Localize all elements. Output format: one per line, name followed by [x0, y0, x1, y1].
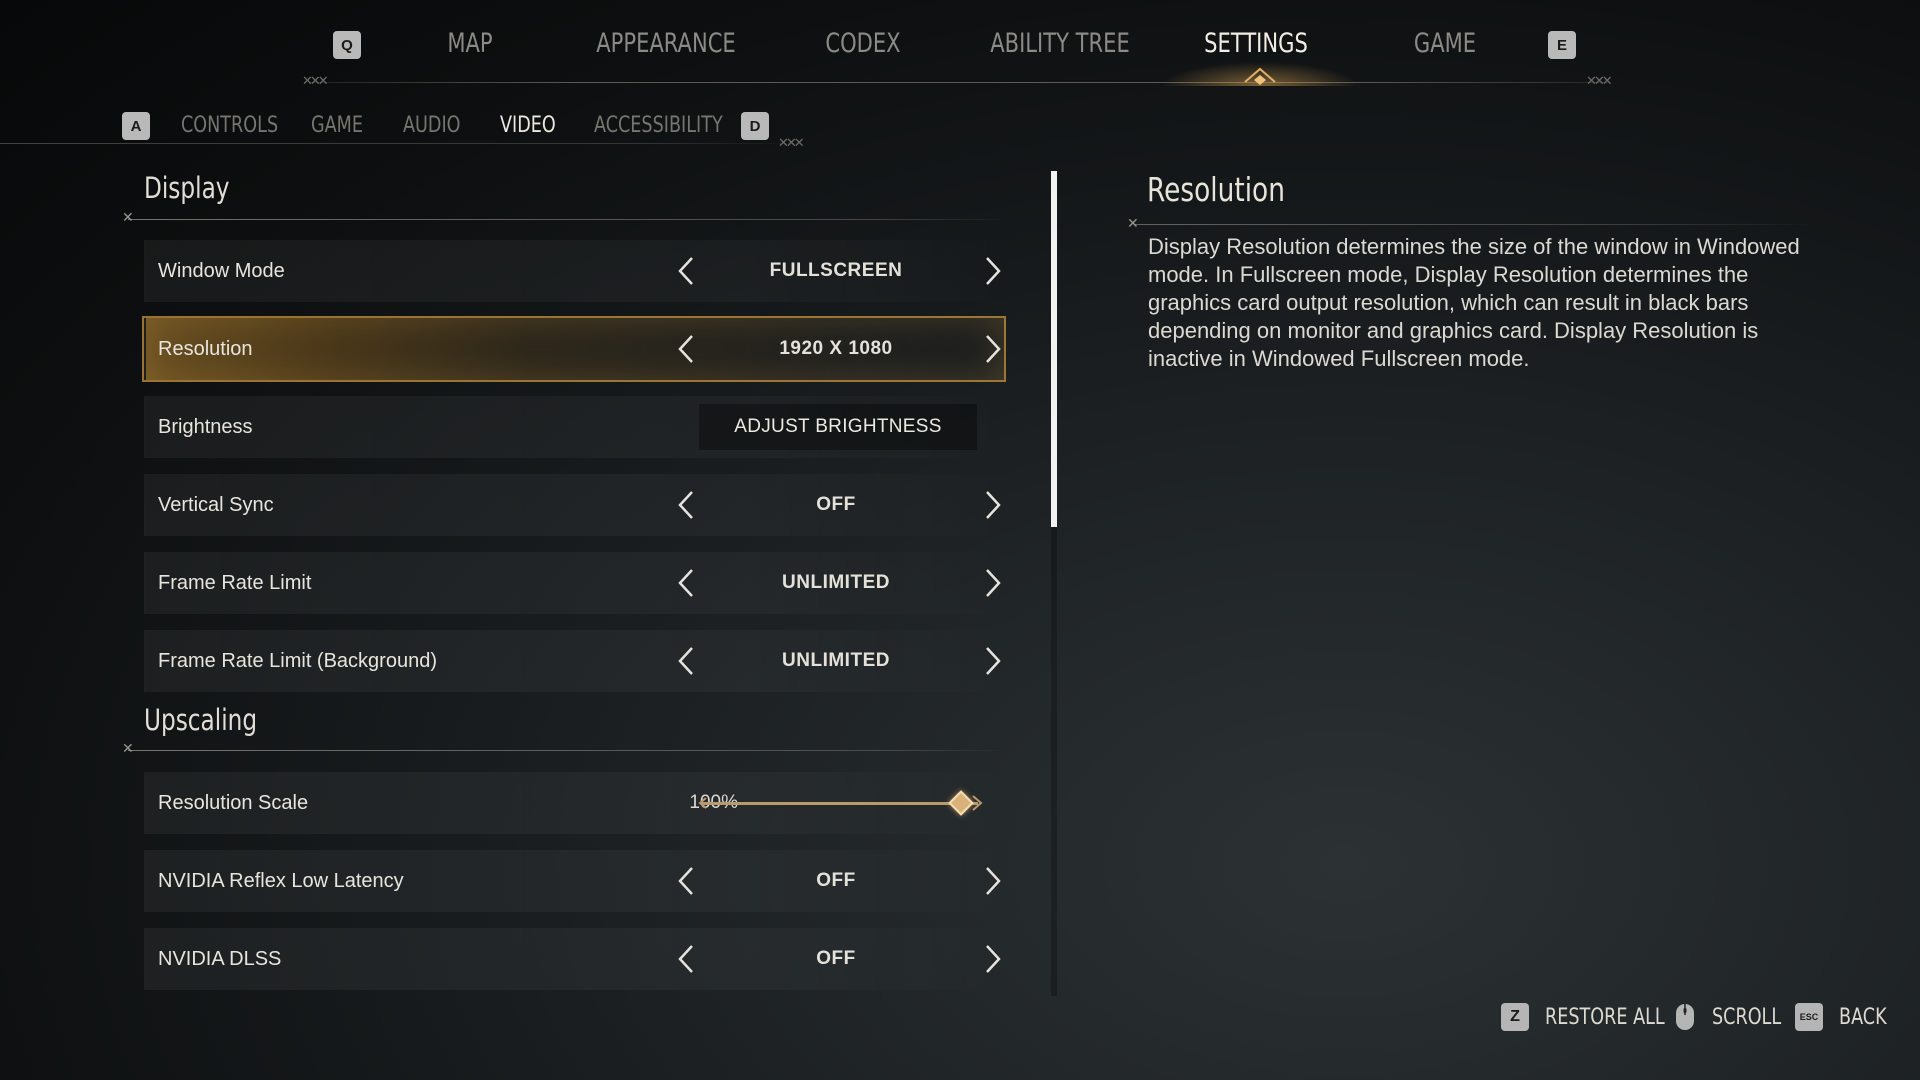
setting-row-window-mode[interactable]: Window Mode FULLSCREEN — [144, 240, 1004, 302]
adjust-brightness-button[interactable]: ADJUST BRIGHTNESS — [699, 404, 977, 450]
chevron-left-icon[interactable] — [675, 567, 697, 599]
setting-value: 1920 X 1080 — [779, 338, 893, 359]
chevron-left-icon[interactable] — [675, 865, 697, 897]
subtab-controls[interactable]: CONTROLS — [181, 113, 278, 138]
divider-ornament: ✕ — [122, 740, 134, 756]
description-body: Display Resolution determines the size o… — [1148, 234, 1800, 371]
scroll-label: SCROLL — [1712, 1004, 1782, 1030]
chevron-left-icon[interactable] — [675, 333, 697, 365]
setting-row-resolution[interactable]: Resolution 1920 X 1080 — [144, 318, 1004, 380]
chevron-left-icon[interactable] — [675, 943, 697, 975]
restore-all-label: RESTORE ALL — [1545, 1004, 1665, 1030]
chevron-right-icon[interactable] — [982, 645, 1004, 677]
restore-all-button[interactable]: Z RESTORE ALL — [1501, 1001, 1695, 1033]
divider-ornament: ✕ — [1127, 215, 1139, 231]
section-title-display: Display — [144, 171, 230, 205]
subtab-accessibility[interactable]: ACCESSIBILITY — [594, 113, 723, 138]
tab-appearance[interactable]: APPEARANCE — [588, 28, 744, 59]
description-divider — [1134, 224, 1814, 225]
section-divider — [128, 219, 1008, 220]
divider-ornament: ✕ — [122, 209, 134, 225]
setting-row-nvidia-dlss[interactable]: NVIDIA DLSS OFF — [144, 928, 1004, 990]
setting-value: UNLIMITED — [782, 572, 890, 593]
setting-row-nvidia-reflex[interactable]: NVIDIA Reflex Low Latency OFF — [144, 850, 1004, 912]
setting-label: Resolution Scale — [158, 791, 309, 814]
mouse-icon — [1676, 1004, 1694, 1030]
tab-game[interactable]: GAME — [1402, 28, 1488, 59]
setting-value: FULLSCREEN — [769, 260, 903, 281]
resolution-scale-slider[interactable] — [701, 802, 978, 805]
back-button[interactable]: ESC BACK — [1795, 1001, 1899, 1033]
setting-value: OFF — [816, 948, 856, 969]
sub-nav-prev-key[interactable]: A — [122, 112, 150, 140]
setting-row-brightness: Brightness ADJUST BRIGHTNESS — [144, 396, 1004, 458]
chevron-left-icon[interactable] — [675, 255, 697, 287]
divider-ornament: ✕✕✕ — [778, 135, 805, 150]
section-divider — [128, 750, 1008, 751]
back-label: BACK — [1839, 1004, 1887, 1030]
setting-label: Resolution — [158, 337, 253, 360]
tab-codex[interactable]: CODEX — [816, 28, 910, 59]
top-nav: Q MAP APPEARANCE CODEX ABILITY TREE SETT… — [0, 0, 1920, 90]
active-tab-marker-icon — [1244, 67, 1276, 85]
setting-row-frame-rate-limit[interactable]: Frame Rate Limit UNLIMITED — [144, 552, 1004, 614]
chevron-right-icon[interactable] — [982, 865, 1004, 897]
setting-value: UNLIMITED — [782, 650, 890, 671]
setting-label: Window Mode — [158, 259, 285, 282]
setting-label: NVIDIA DLSS — [158, 947, 282, 970]
top-nav-divider — [310, 82, 1610, 83]
setting-row-frame-rate-limit-background[interactable]: Frame Rate Limit (Background) UNLIMITED — [144, 630, 1004, 692]
scroll-hint: SCROLL — [1674, 1001, 1798, 1033]
setting-value: OFF — [816, 870, 856, 891]
chevron-right-icon[interactable] — [982, 489, 1004, 521]
subtab-game[interactable]: GAME — [311, 113, 363, 138]
setting-label: Frame Rate Limit — [158, 571, 312, 594]
chevron-right-icon[interactable] — [982, 567, 1004, 599]
sub-nav-next-key[interactable]: D — [741, 112, 769, 140]
top-nav-prev-key[interactable]: Q — [333, 31, 361, 59]
chevron-left-icon[interactable] — [675, 489, 697, 521]
tab-map[interactable]: MAP — [439, 28, 501, 59]
subtab-video[interactable]: VIDEO — [500, 113, 556, 138]
divider-ornament: ✕✕✕ — [1586, 73, 1613, 88]
setting-label: Frame Rate Limit (Background) — [158, 649, 437, 672]
setting-row-resolution-scale: Resolution Scale 100% — [144, 772, 1004, 834]
restore-key: Z — [1501, 1003, 1529, 1031]
slider-end-cap-icon — [972, 795, 983, 811]
setting-value: OFF — [816, 494, 856, 515]
chevron-left-icon[interactable] — [675, 645, 697, 677]
setting-label: NVIDIA Reflex Low Latency — [158, 869, 404, 892]
setting-label: Brightness — [158, 415, 253, 438]
setting-label: Vertical Sync — [158, 493, 274, 516]
chevron-right-icon[interactable] — [982, 943, 1004, 975]
divider-ornament: ✕✕✕ — [302, 73, 329, 88]
subtab-audio[interactable]: AUDIO — [403, 113, 461, 138]
tab-ability-tree[interactable]: ABILITY TREE — [982, 28, 1138, 59]
section-title-upscaling: Upscaling — [144, 703, 258, 737]
chevron-right-icon[interactable] — [982, 255, 1004, 287]
chevron-right-icon[interactable] — [982, 333, 1004, 365]
scrollbar-thumb[interactable] — [1051, 171, 1057, 527]
esc-key: ESC — [1795, 1003, 1823, 1031]
sub-nav-divider — [0, 143, 800, 144]
tab-settings[interactable]: SETTINGS — [1198, 28, 1315, 59]
setting-row-vertical-sync[interactable]: Vertical Sync OFF — [144, 474, 1004, 536]
description-title: Resolution — [1147, 170, 1285, 209]
top-nav-next-key[interactable]: E — [1548, 31, 1576, 59]
